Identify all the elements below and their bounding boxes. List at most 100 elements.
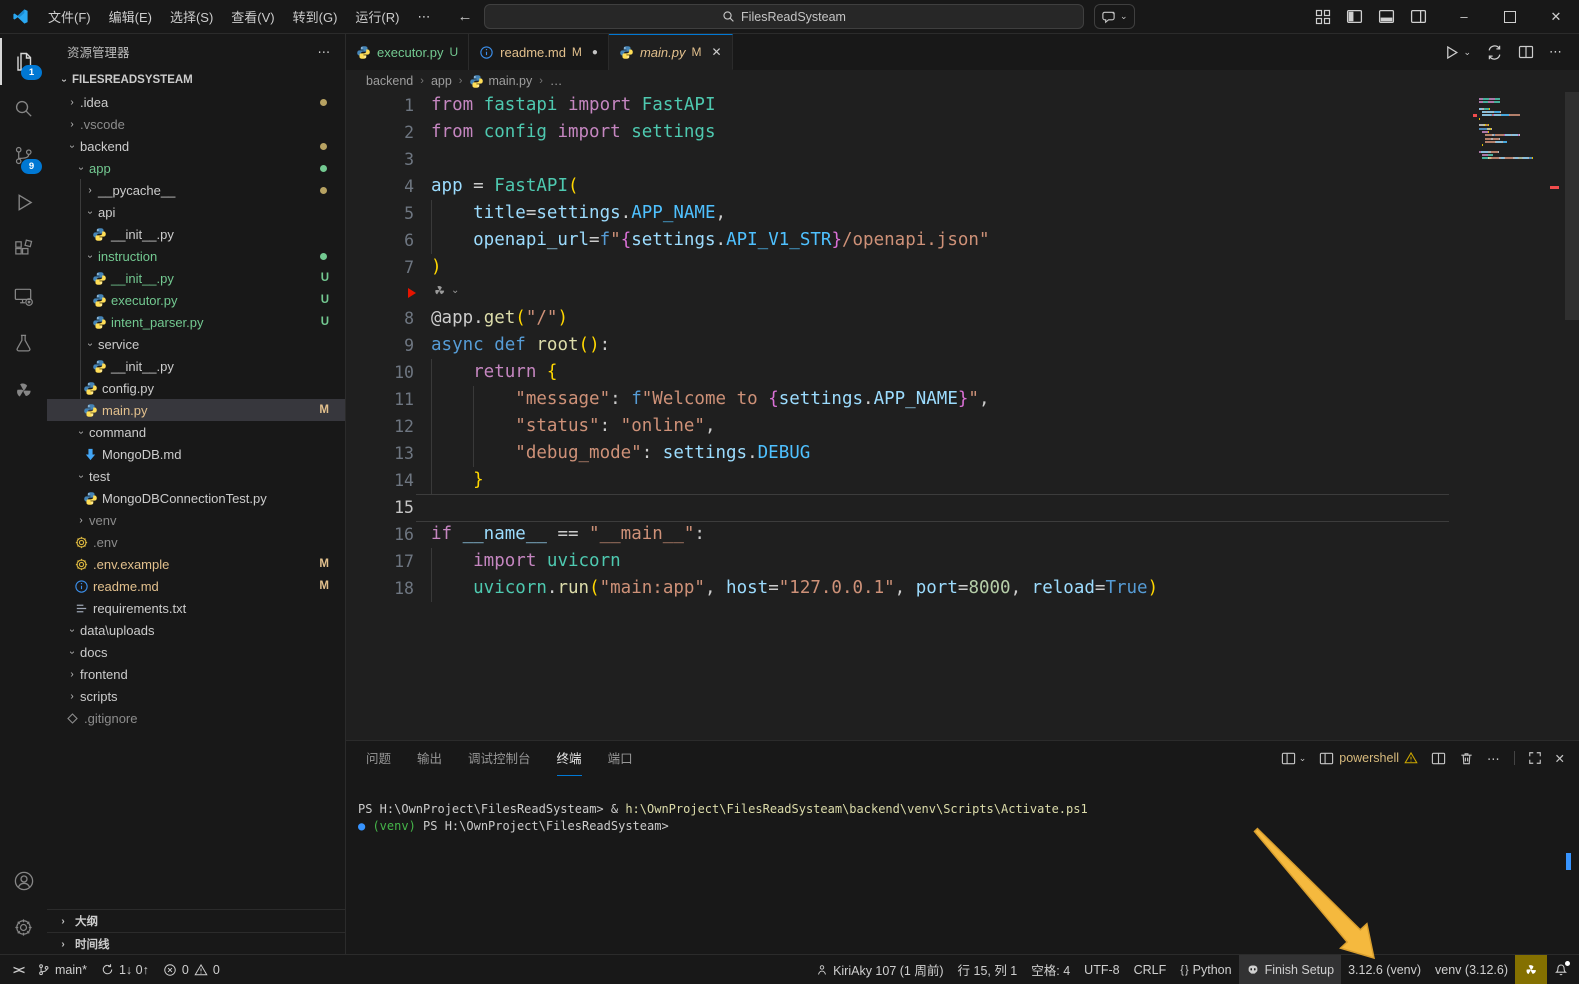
tree-item[interactable]: ›docs <box>47 641 345 663</box>
toggle-panel-icon[interactable] <box>1378 8 1395 25</box>
split-terminal-icon[interactable] <box>1431 751 1446 766</box>
status-item-problems[interactable]: 00 <box>156 955 227 984</box>
close-button[interactable]: ✕ <box>1533 0 1579 33</box>
panel-tab-调试控制台[interactable]: 调试控制台 <box>468 741 531 776</box>
activity-item-testing[interactable] <box>0 320 47 367</box>
status-item-eol[interactable]: CRLF <box>1127 955 1174 984</box>
menu-item-5[interactable]: 运行(R) <box>346 0 408 33</box>
sidebar-section-大纲[interactable]: ›大纲 <box>47 909 345 932</box>
status-item-git-blame[interactable]: KiriAky 107 (1 周前) <box>809 955 950 984</box>
editor-tab-main.py[interactable]: main.pyM✕ <box>609 34 733 70</box>
tree-item[interactable]: ›command <box>47 421 345 443</box>
editor-scrollbar[interactable] <box>1565 92 1579 320</box>
tree-item[interactable]: ›app <box>47 157 345 179</box>
tree-item[interactable]: __init__.py <box>47 223 345 245</box>
sync-changes-icon[interactable] <box>1486 44 1503 61</box>
tree-item[interactable]: .env <box>47 531 345 553</box>
terminal-new-icon[interactable]: ⌄ <box>1281 751 1307 766</box>
tree-item[interactable]: ›.vscode <box>47 113 345 135</box>
menu-item-1[interactable]: 编辑(E) <box>100 0 161 33</box>
customize-layout-icon[interactable] <box>1315 9 1331 25</box>
sidebar-more-icon[interactable]: ⋯ <box>318 44 332 59</box>
tree-item[interactable]: readme.mdM <box>47 575 345 597</box>
status-item-indentation[interactable]: 空格: 4 <box>1024 955 1077 984</box>
minimize-button[interactable]: – <box>1441 0 1487 33</box>
status-item-venv-indicator[interactable]: venv (3.12.6) <box>1428 955 1515 984</box>
activity-item-pinwheel[interactable] <box>0 367 47 414</box>
maximize-panel-icon[interactable] <box>1528 751 1542 765</box>
status-item-cursor-position[interactable]: 行 15, 列 1 <box>951 955 1025 984</box>
terminal-output[interactable]: PS H:\OwnProject\FilesReadSysteam> & h:\… <box>358 801 1088 835</box>
status-item-extension-tile[interactable] <box>1515 955 1547 984</box>
status-item-copilot-setup[interactable]: Finish Setup <box>1239 955 1341 984</box>
activity-item-source-control[interactable]: 9 <box>0 132 47 179</box>
panel-tab-终端[interactable]: 终端 <box>557 741 582 776</box>
panel-tab-端口[interactable]: 端口 <box>608 741 633 776</box>
toggle-primary-sidebar-icon[interactable] <box>1346 8 1363 25</box>
terminal-instance-item[interactable]: powershell <box>1319 751 1418 766</box>
status-item-git-sync[interactable]: 1↓ 0↑ <box>94 955 156 984</box>
run-python-file-button[interactable]: ⌄ <box>1443 44 1471 61</box>
activity-item-search[interactable] <box>0 85 47 132</box>
status-item-encoding[interactable]: UTF-8 <box>1077 955 1126 984</box>
more-actions-icon[interactable]: ⋯ <box>1549 44 1563 60</box>
menu-item-6[interactable]: ⋯ <box>408 0 439 33</box>
kill-terminal-icon[interactable] <box>1459 751 1474 766</box>
tree-item[interactable]: __init__.py <box>47 355 345 377</box>
menu-item-3[interactable]: 查看(V) <box>222 0 283 33</box>
status-item-remote-indicator[interactable]: >< <box>6 955 30 984</box>
status-item-git-branch[interactable]: main* <box>30 955 94 984</box>
activity-item-remote-explorer[interactable] <box>0 273 47 320</box>
breadcrumb-item-app[interactable]: app <box>431 74 452 88</box>
breadcrumb-item-main.py[interactable]: main.py <box>469 74 532 89</box>
tree-item[interactable]: ›__pycache__ <box>47 179 345 201</box>
tree-item[interactable]: ›frontend <box>47 663 345 685</box>
tree-item[interactable]: ›service <box>47 333 345 355</box>
status-item-notifications[interactable] <box>1547 955 1575 984</box>
tree-item[interactable]: __init__.pyU <box>47 267 345 289</box>
inline-ai-widget[interactable]: ⌄ <box>432 283 459 298</box>
tree-item[interactable]: intent_parser.pyU <box>47 311 345 333</box>
activity-item-settings-gear[interactable] <box>0 904 47 951</box>
tree-item[interactable]: ›backend <box>47 135 345 157</box>
tree-item[interactable]: MongoDB.md <box>47 443 345 465</box>
dirty-indicator[interactable]: ● <box>592 47 598 58</box>
split-editor-icon[interactable] <box>1518 44 1534 60</box>
sidebar-section-时间线[interactable]: ›时间线 <box>47 932 345 955</box>
tree-item[interactable]: ›scripts <box>47 685 345 707</box>
menu-item-4[interactable]: 转到(G) <box>284 0 347 33</box>
minimap[interactable] <box>1479 98 1565 161</box>
status-item-language-mode[interactable]: { }Python <box>1173 955 1238 984</box>
breadcrumb-item-backend[interactable]: backend <box>366 74 413 88</box>
activity-item-account[interactable] <box>0 857 47 904</box>
tree-item[interactable]: .gitignore <box>47 707 345 729</box>
tree-item[interactable]: main.pyM <box>47 399 345 421</box>
tree-item[interactable]: .env.exampleM <box>47 553 345 575</box>
maximize-button[interactable] <box>1487 0 1533 33</box>
menu-item-0[interactable]: 文件(F) <box>39 0 100 33</box>
code-editor[interactable]: 1from fastapi import FastAPI2from config… <box>346 92 1579 740</box>
breadcrumb-item-…[interactable]: … <box>550 74 563 88</box>
activity-item-files[interactable]: 1 <box>0 38 47 85</box>
tree-item[interactable]: ›instruction <box>47 245 345 267</box>
editor-tab-readme.md[interactable]: readme.mdM● <box>469 34 609 70</box>
command-center-search[interactable]: FilesReadSysteam <box>484 4 1084 29</box>
close-panel-icon[interactable]: ✕ <box>1555 751 1565 766</box>
tree-item[interactable]: ›.idea <box>47 91 345 113</box>
tree-item[interactable]: ›venv <box>47 509 345 531</box>
terminal-scrollbar[interactable] <box>1566 853 1571 870</box>
nav-back-icon[interactable]: ← <box>457 8 472 25</box>
editor-tab-executor.py[interactable]: executor.pyU <box>346 34 469 70</box>
toggle-secondary-sidebar-icon[interactable] <box>1410 8 1427 25</box>
tree-item[interactable]: ›test <box>47 465 345 487</box>
menu-item-2[interactable]: 选择(S) <box>161 0 222 33</box>
tree-item[interactable]: executor.pyU <box>47 289 345 311</box>
activity-item-run-debug[interactable] <box>0 179 47 226</box>
status-item-python-interpreter[interactable]: 3.12.6 (venv) <box>1341 955 1428 984</box>
workspace-root[interactable]: › FILESREADSYSTEAM <box>47 69 345 91</box>
tree-item[interactable]: ›api <box>47 201 345 223</box>
tree-item[interactable]: ›data\uploads <box>47 619 345 641</box>
panel-more-icon[interactable]: ⋯ <box>1487 751 1501 766</box>
tree-item[interactable]: MongoDBConnectionTest.py <box>47 487 345 509</box>
activity-item-extensions[interactable] <box>0 226 47 273</box>
